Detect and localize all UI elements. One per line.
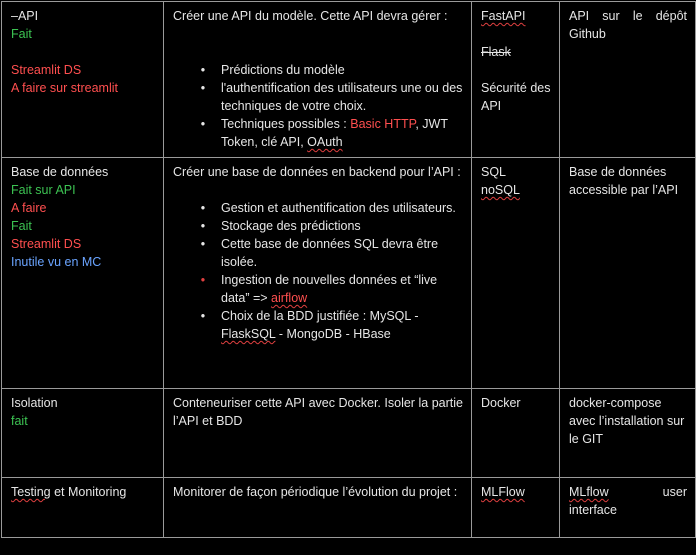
bullet-icon: • [200, 219, 206, 233]
deliverable-line-2: interface [569, 503, 617, 517]
link-airflow[interactable]: airflow [271, 291, 307, 305]
description-text: Monitorer de façon périodique l’évolutio… [173, 485, 458, 499]
list-item: • Gestion et authentification des utilis… [197, 199, 463, 217]
section-title-database: Base de données [11, 165, 109, 179]
table-row-database: Base de données Fait sur API A faire Fai… [1, 157, 696, 389]
list-item: • Choix de la BDD justifiée : MySQL - Fl… [197, 307, 463, 343]
deliverable-text: API sur le dépôt Github [569, 9, 687, 41]
bullet-icon: • [200, 309, 206, 323]
description-intro: Créer une base de données en backend pou… [173, 165, 461, 179]
section-title-isolation: Isolation [11, 396, 58, 410]
bullet-icon: • [200, 273, 206, 287]
tool-flask-struck: Flask [481, 45, 511, 59]
deliverable-text: docker-compose avec l’installation sur l… [569, 396, 685, 446]
list-item: • Ingestion de nouvelles données et “liv… [197, 271, 463, 307]
requirements-table: –API Fait Streamlit DS A faire sur strea… [1, 1, 696, 538]
spellcheck-word: Testing [11, 485, 51, 499]
spellcheck-word: FlaskSQL [221, 327, 276, 341]
tool-docker: Docker [481, 396, 521, 410]
spellcheck-word: MLflow [569, 485, 609, 499]
status-streamlit-ds: Streamlit DS [11, 63, 82, 77]
tool-mlflow: MLFlow [481, 485, 525, 499]
list-item: • l'authentification des utilisateurs un… [197, 79, 463, 115]
list-item: • Prédictions du modèle [197, 61, 463, 79]
status-done: fait [11, 414, 28, 428]
section-title-monitoring: Testing et Monitoring [11, 485, 127, 499]
spellcheck-word: OAuth [307, 135, 343, 149]
bullet-icon: • [200, 201, 206, 215]
highlight-basic-http: Basic HTTP [350, 117, 416, 131]
tools-cell-api: FastAPI Flask Sécurité des API [471, 1, 560, 158]
status-done: Fait [11, 219, 32, 233]
description-intro: Créer une API du modèle. Cette API devra… [173, 9, 448, 23]
table-row-api: –API Fait Streamlit DS A faire sur strea… [1, 1, 696, 158]
status-useless: Inutile vu en MC [11, 255, 102, 269]
bullet-icon: • [200, 81, 206, 95]
bullet-icon: • [200, 117, 206, 131]
status-todo-streamlit: A faire sur streamlit [11, 81, 118, 95]
deliverable-cell-isolation: docker-compose avec l’installation sur l… [559, 388, 696, 478]
description-cell-isolation: Conteneuriser cette API avec Docker. Iso… [163, 388, 472, 478]
deliverable-cell-monitoring: MLflow user interface [559, 477, 696, 538]
bullet-icon: • [200, 237, 206, 251]
tools-cell-isolation: Docker [471, 388, 560, 478]
list-item: • Techniques possibles : Basic HTTP, JWT… [197, 115, 463, 151]
table-row-isolation: Isolation fait Conteneuriser cette API a… [1, 388, 696, 478]
status-cell-isolation: Isolation fait [1, 388, 164, 478]
tools-cell-database: SQL noSQL [471, 157, 560, 389]
deliverable-cell-api: API sur le dépôt Github [559, 1, 696, 158]
deliverable-cell-database: Base de données accessible par l’API [559, 157, 696, 389]
bullet-icon: • [200, 63, 206, 77]
bullet-list: • Prédictions du modèle • l'authentifica… [173, 61, 463, 151]
tool-api-security: Sécurité des API [481, 81, 551, 113]
tool-nosql: noSQL [481, 183, 520, 197]
description-cell-monitoring: Monitorer de façon périodique l’évolutio… [163, 477, 472, 538]
tool-fastapi: FastAPI [481, 9, 526, 23]
table-row-monitoring: Testing et Monitoring Monitorer de façon… [1, 477, 696, 538]
bullet-list: • Gestion et authentification des utilis… [173, 199, 463, 343]
description-text: Conteneuriser cette API avec Docker. Iso… [173, 396, 463, 428]
tool-sql: SQL [481, 165, 507, 179]
deliverable-text: Base de données accessible par l’API [569, 165, 679, 197]
list-item: • Cette base de données SQL devra être i… [197, 235, 463, 271]
tools-cell-monitoring: MLFlow [471, 477, 560, 538]
section-title-api: –API [11, 9, 39, 23]
status-done: Fait [11, 27, 32, 41]
status-cell-database: Base de données Fait sur API A faire Fai… [1, 157, 164, 389]
deliverable-line-1: MLflow user [569, 485, 687, 499]
status-done-on-api: Fait sur API [11, 183, 76, 197]
description-cell-database: Créer une base de données en backend pou… [163, 157, 472, 389]
status-cell-monitoring: Testing et Monitoring [1, 477, 164, 538]
status-todo: A faire [11, 201, 47, 215]
status-cell-api: –API Fait Streamlit DS A faire sur strea… [1, 1, 164, 158]
list-item: • Stockage des prédictions [197, 217, 463, 235]
status-streamlit-ds: Streamlit DS [11, 237, 82, 251]
description-cell-api: Créer une API du modèle. Cette API devra… [163, 1, 472, 158]
